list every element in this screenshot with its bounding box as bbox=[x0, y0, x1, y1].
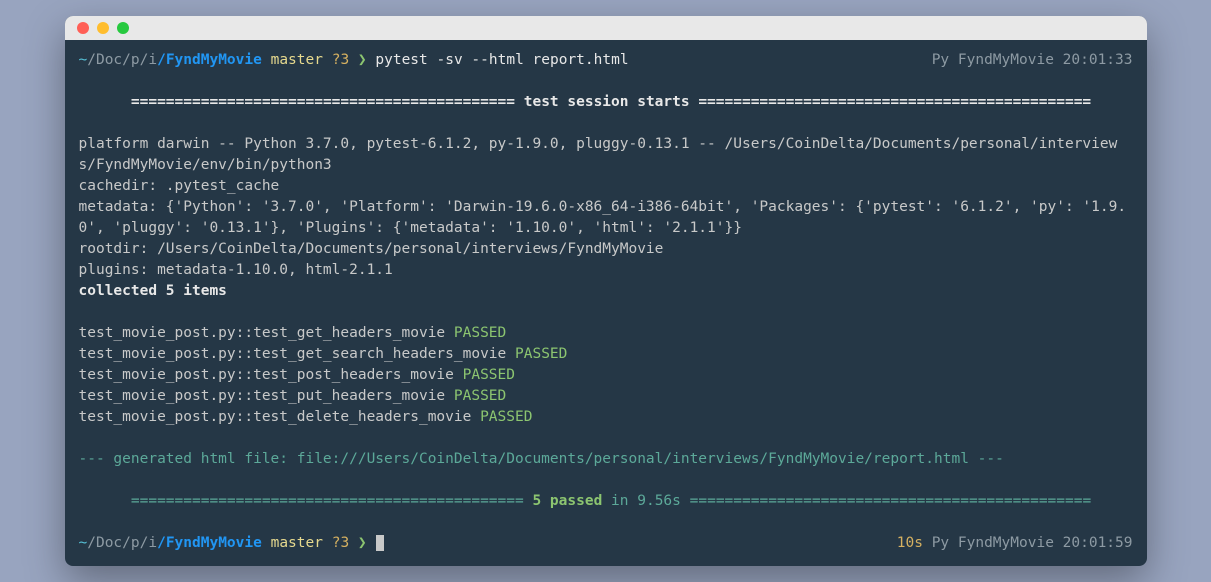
test-status: PASSED bbox=[454, 388, 506, 404]
test-result-line: test_movie_post.py::test_post_headers_mo… bbox=[79, 365, 1133, 386]
test-result-line: test_movie_post.py::test_get_search_head… bbox=[79, 344, 1133, 365]
platform-line: platform darwin -- Python 3.7.0, pytest-… bbox=[79, 134, 1133, 176]
terminal-window: ~/Doc/p/i/FyndMyMovie master ?3 ❯ pytest… bbox=[65, 16, 1147, 566]
test-result-line: test_movie_post.py::test_get_headers_mov… bbox=[79, 323, 1133, 344]
test-status: PASSED bbox=[480, 409, 532, 425]
prompt-time: 20:01:59 bbox=[1063, 535, 1133, 551]
test-result-line: test_movie_post.py::test_put_headers_mov… bbox=[79, 386, 1133, 407]
close-icon[interactable] bbox=[77, 22, 89, 34]
metadata-line: metadata: {'Python': '3.7.0', 'Platform'… bbox=[79, 197, 1133, 239]
summary-passed: 5 passed bbox=[524, 493, 603, 509]
prompt-duration: 10s bbox=[897, 535, 923, 551]
prompt-proj: FyndMyMovie bbox=[958, 52, 1054, 68]
test-status: PASSED bbox=[463, 367, 515, 383]
prompt-tilde: ~ bbox=[79, 52, 88, 68]
prompt-dirty: ?3 bbox=[332, 52, 349, 68]
test-name: test_movie_post.py::test_post_headers_mo… bbox=[79, 367, 463, 383]
prompt-path-a: /Doc bbox=[87, 52, 122, 68]
prompt-dir: /FyndMyMovie bbox=[157, 52, 262, 68]
rootdir-line: rootdir: /Users/CoinDelta/Documents/pers… bbox=[79, 239, 1133, 260]
test-name: test_movie_post.py::test_delete_headers_… bbox=[79, 409, 481, 425]
prompt-branch: master bbox=[271, 535, 323, 551]
prompt-path-b: /p bbox=[122, 52, 139, 68]
test-name: test_movie_post.py::test_get_headers_mov… bbox=[79, 325, 454, 341]
prompt-path-b: /p bbox=[122, 535, 139, 551]
minimize-icon[interactable] bbox=[97, 22, 109, 34]
prompt-path-c: /i bbox=[140, 535, 157, 551]
prompt-line-2: ~/Doc/p/i/FyndMyMovie master ?3 ❯ 10s Py… bbox=[79, 533, 1133, 554]
prompt-branch: master bbox=[271, 52, 323, 68]
generated-line: --- generated html file: file:///Users/C… bbox=[79, 449, 1133, 470]
maximize-icon[interactable] bbox=[117, 22, 129, 34]
test-status: PASSED bbox=[515, 346, 567, 362]
summary-time: 9.56s bbox=[637, 493, 689, 509]
prompt-time: 20:01:33 bbox=[1063, 52, 1133, 68]
test-name: test_movie_post.py::test_get_search_head… bbox=[79, 346, 516, 362]
summary-line: ========================================… bbox=[79, 470, 1133, 533]
prompt-env: Py bbox=[932, 52, 949, 68]
test-name: test_movie_post.py::test_put_headers_mov… bbox=[79, 388, 454, 404]
summary-in: in bbox=[602, 493, 637, 509]
cursor-icon bbox=[376, 535, 384, 551]
prompt-tilde: ~ bbox=[79, 535, 88, 551]
prompt-arrow-icon: ❯ bbox=[358, 52, 367, 68]
prompt-path-c: /i bbox=[140, 52, 157, 68]
prompt-path-a: /Doc bbox=[87, 535, 122, 551]
prompt-dirty: ?3 bbox=[332, 535, 349, 551]
blank-line bbox=[79, 428, 1133, 449]
session-header: ========================================… bbox=[79, 71, 1133, 134]
collected-line: collected 5 items bbox=[79, 281, 1133, 302]
prompt-env: Py bbox=[932, 535, 949, 551]
plugins-line: plugins: metadata-1.10.0, html-2.1.1 bbox=[79, 260, 1133, 281]
summary-eq-left: ========================================… bbox=[131, 493, 524, 509]
test-status: PASSED bbox=[454, 325, 506, 341]
header-eq-right: ========================================… bbox=[698, 94, 1091, 110]
header-title: test session starts bbox=[515, 94, 698, 110]
cachedir-line: cachedir: .pytest_cache bbox=[79, 176, 1133, 197]
prompt-proj: FyndMyMovie bbox=[958, 535, 1054, 551]
prompt-arrow-icon: ❯ bbox=[358, 535, 367, 551]
prompt-dir: /FyndMyMovie bbox=[157, 535, 262, 551]
window-titlebar bbox=[65, 16, 1147, 40]
prompt-command: pytest -sv --html report.html bbox=[375, 52, 628, 68]
header-eq-left: ========================================… bbox=[131, 94, 515, 110]
blank-line bbox=[79, 302, 1133, 323]
test-result-line: test_movie_post.py::test_delete_headers_… bbox=[79, 407, 1133, 428]
summary-eq-right: ========================================… bbox=[690, 493, 1092, 509]
prompt-line-1: ~/Doc/p/i/FyndMyMovie master ?3 ❯ pytest… bbox=[79, 50, 1133, 71]
terminal-body[interactable]: ~/Doc/p/i/FyndMyMovie master ?3 ❯ pytest… bbox=[65, 40, 1147, 566]
